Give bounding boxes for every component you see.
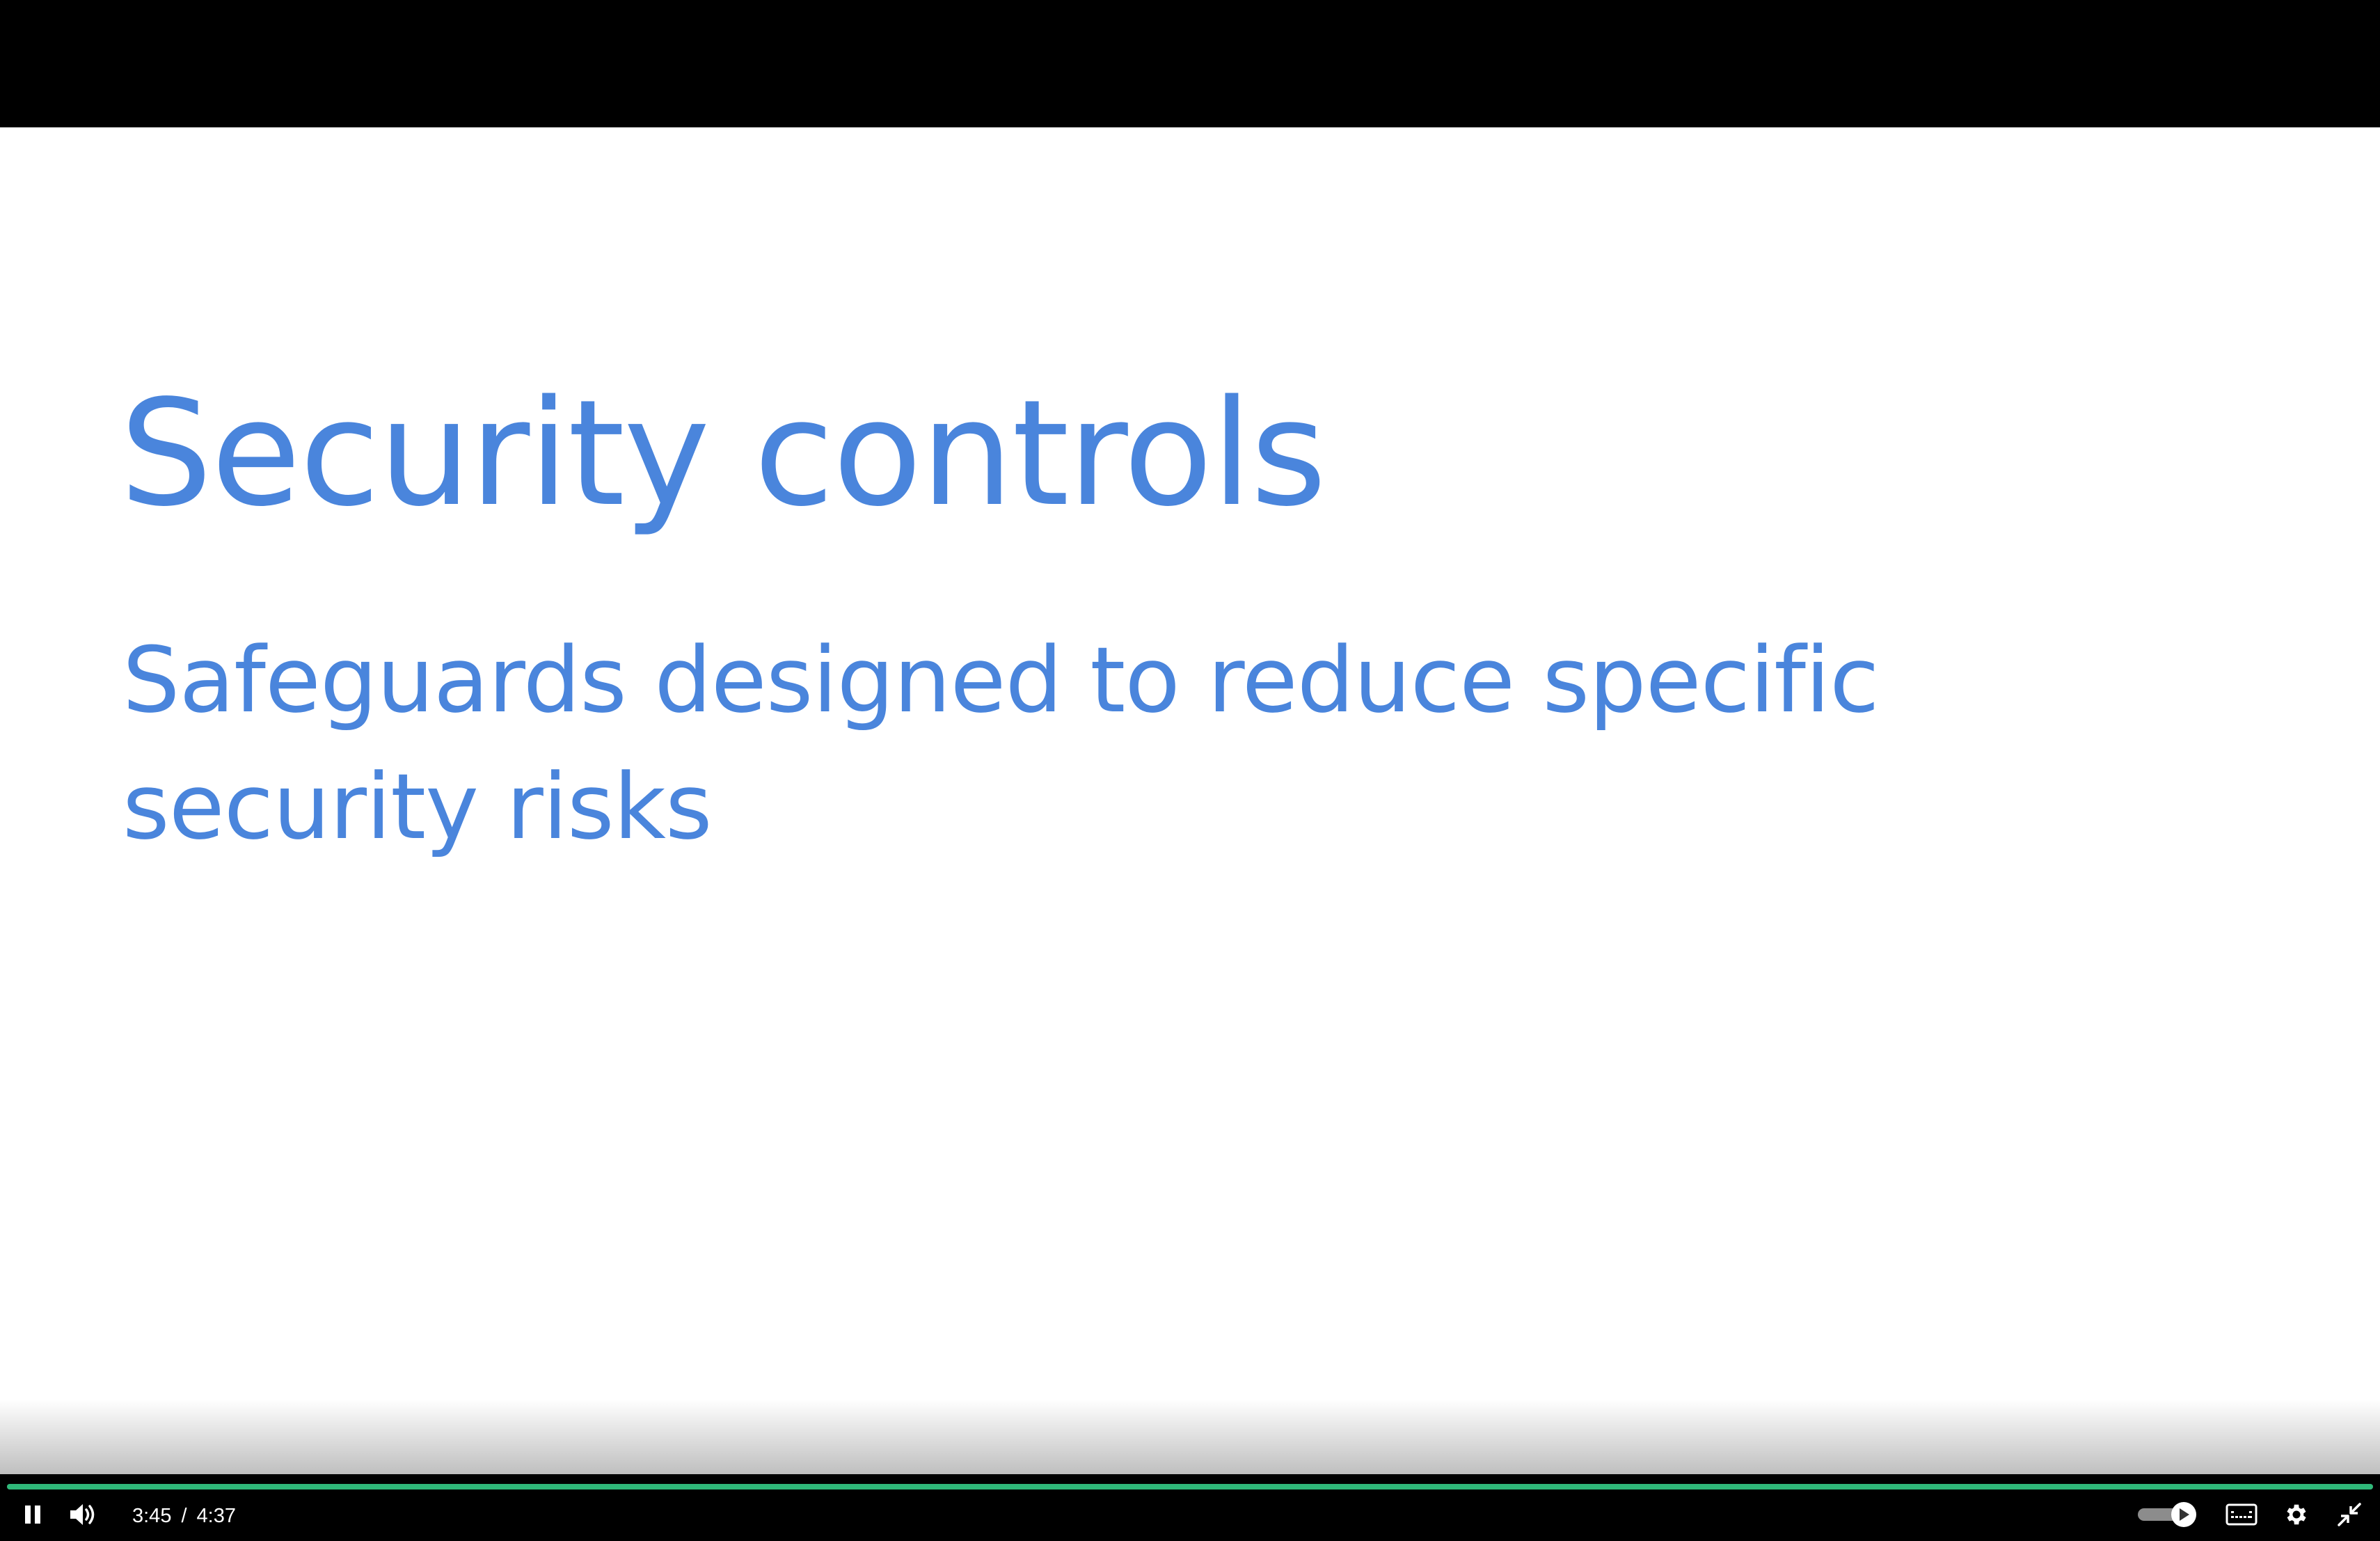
current-time: 3:45 <box>132 1505 172 1527</box>
autoplay-toggle[interactable] <box>2135 1501 2200 1532</box>
volume-button[interactable] <box>65 1502 102 1530</box>
duration: 4:37 <box>196 1505 236 1527</box>
video-player[interactable]: Security controls Safeguards designed to… <box>0 0 2380 1541</box>
controls-gradient <box>0 1399 2380 1474</box>
captions-icon <box>2226 1503 2258 1530</box>
time-separator: / <box>181 1505 187 1527</box>
exit-fullscreen-icon <box>2337 1502 2362 1531</box>
exit-fullscreen-button[interactable] <box>2334 1501 2365 1531</box>
captions-button[interactable] <box>2224 1502 2259 1530</box>
pause-button[interactable] <box>15 1503 50 1528</box>
autoplay-toggle-icon <box>2135 1501 2200 1532</box>
slide-subtitle: Safeguards designed to reduce specific s… <box>122 627 1880 860</box>
gear-icon <box>2283 1501 2310 1531</box>
volume-icon <box>69 1503 98 1530</box>
letterbox-top <box>0 0 2380 127</box>
progress-bar[interactable] <box>7 1484 2373 1489</box>
settings-button[interactable] <box>2281 1501 2312 1531</box>
pause-icon <box>23 1504 42 1528</box>
progress-fill <box>7 1484 2373 1489</box>
slide-title: Security controls <box>120 368 1326 539</box>
time-display: 3:45 / 4:37 <box>132 1503 236 1528</box>
